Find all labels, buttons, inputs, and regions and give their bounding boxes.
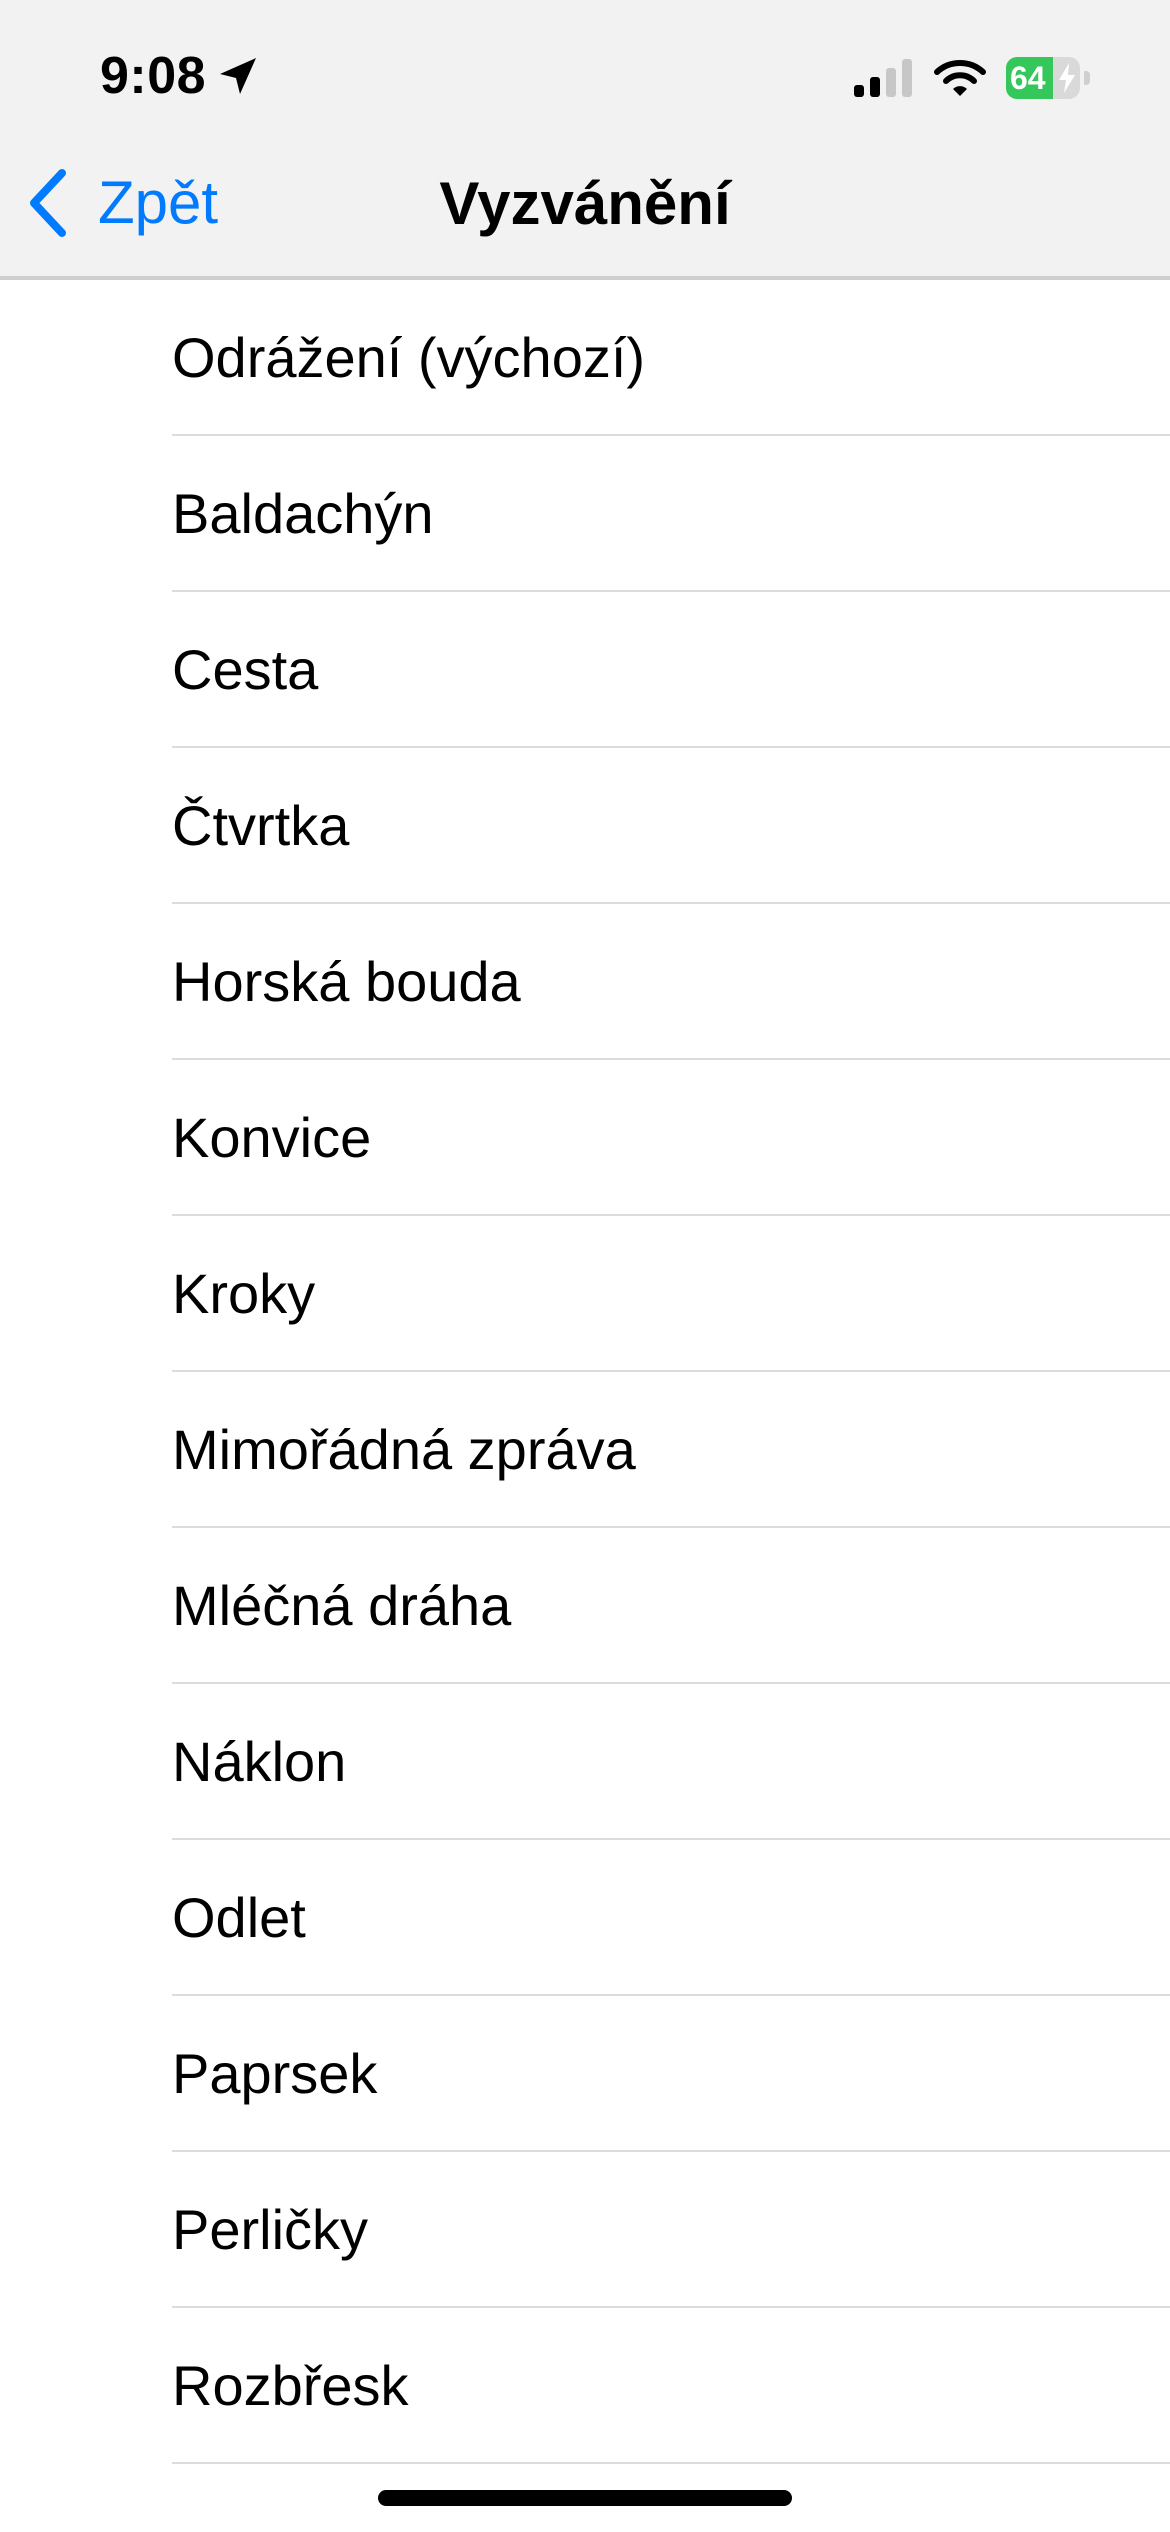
ringtone-label: Cesta <box>172 638 319 701</box>
ringtone-item[interactable]: Perličky <box>0 2152 1170 2308</box>
ringtone-item[interactable]: Horská bouda <box>0 904 1170 1060</box>
battery-charging-icon: 64 <box>1006 57 1090 99</box>
status-bar-time: 9:08 <box>100 44 262 108</box>
time-text: 9:08 <box>100 47 207 105</box>
ringtone-item[interactable]: Kroky <box>0 1216 1170 1372</box>
ringtone-screen: 9:08 64 Zpět Vyzvánění Odrážení (výchozí… <box>0 0 1170 2532</box>
ringtone-item[interactable]: Čtvrtka <box>0 748 1170 904</box>
chevron-left-icon <box>30 169 66 237</box>
ringtone-item[interactable]: Konvice <box>0 1060 1170 1216</box>
ringtone-label: Náklon <box>172 1730 347 1793</box>
charging-bolt-icon <box>1059 63 1075 93</box>
ringtone-label: Mimořádná zpráva <box>172 1418 636 1481</box>
cellular-signal-icon <box>854 59 914 97</box>
ringtone-label: Mléčná dráha <box>172 1574 512 1637</box>
ringtone-label: Odlet <box>172 1886 306 1949</box>
battery-percent: 64 <box>1010 60 1046 96</box>
ringtone-item[interactable]: Mléčná dráha <box>0 1528 1170 1684</box>
ringtone-label: Kroky <box>172 1262 316 1325</box>
back-button[interactable]: Zpět <box>24 160 218 246</box>
battery-body: 64 <box>1006 57 1080 99</box>
ringtone-item[interactable]: Mimořádná zpráva <box>0 1372 1170 1528</box>
ringtone-item[interactable]: Paprsek <box>0 1996 1170 2152</box>
ringtone-item[interactable]: Cesta <box>0 592 1170 748</box>
ringtone-item[interactable]: Náklon <box>0 1684 1170 1840</box>
back-button-label: Zpět <box>98 169 219 236</box>
ringtone-list: Odrážení (výchozí) Baldachýn Cesta Čtvrtka H… <box>0 280 1170 2464</box>
ringtone-label: Perličky <box>172 2198 369 2261</box>
location-arrow-icon <box>214 52 262 100</box>
ringtone-item[interactable]: Baldachýn <box>0 436 1170 592</box>
wifi-icon <box>934 58 986 98</box>
ringtone-label: Horská bouda <box>172 950 521 1013</box>
battery-cap <box>1084 71 1090 85</box>
ringtone-label: Konvice <box>172 1106 372 1169</box>
ringtone-label: Baldachýn <box>172 482 434 545</box>
ringtone-label: Odrážení (výchozí) <box>172 326 646 389</box>
ringtone-item[interactable]: Rozbřesk <box>0 2308 1170 2464</box>
ringtone-item[interactable]: Odlet <box>0 1840 1170 1996</box>
status-bar-indicators: 64 <box>854 48 1090 108</box>
home-indicator[interactable] <box>378 2490 792 2506</box>
ringtone-label: Rozbřesk <box>172 2354 409 2417</box>
ringtone-label: Paprsek <box>172 2042 378 2105</box>
ringtone-item[interactable]: Odrážení (výchozí) <box>0 280 1170 436</box>
ringtone-label: Čtvrtka <box>172 794 350 857</box>
